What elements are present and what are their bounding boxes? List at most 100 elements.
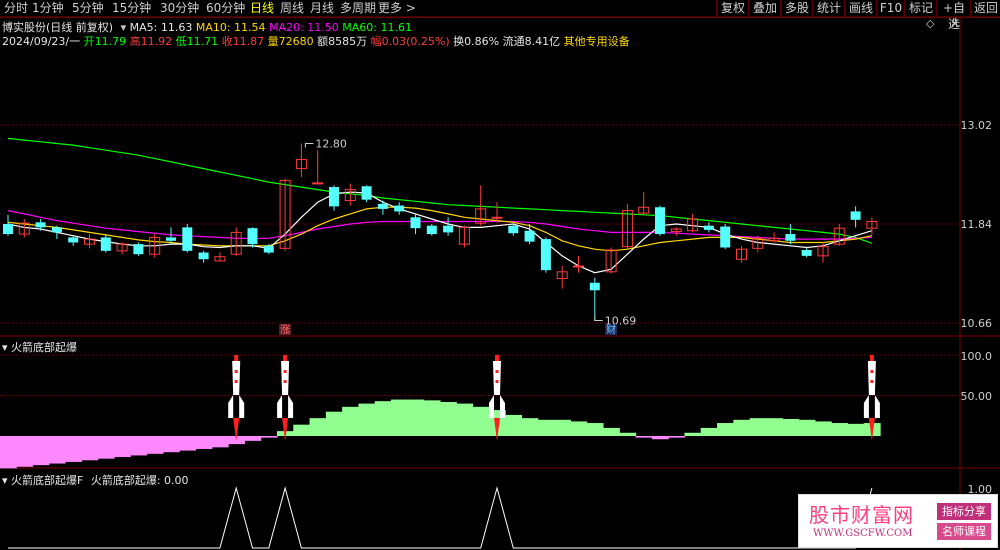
indicator-bar <box>179 436 197 451</box>
candle-body <box>850 211 861 220</box>
indicator-bar <box>309 418 327 436</box>
indicator-bar <box>195 436 213 449</box>
rocket-stripe <box>870 370 874 373</box>
indicator-bar <box>602 427 620 436</box>
rocket-icon <box>869 355 874 361</box>
rocket-fin-right <box>239 395 245 418</box>
indicator-bar <box>48 436 66 464</box>
candle-body <box>361 186 372 200</box>
candle-body <box>377 203 388 209</box>
candle-body <box>573 265 584 268</box>
candle-body <box>35 222 46 228</box>
indicator-bar <box>782 418 800 436</box>
candle-body <box>801 250 812 256</box>
indicator-bar <box>749 418 767 436</box>
cai-marker: 财 <box>606 323 616 336</box>
rocket-body <box>493 361 501 395</box>
rocket-fin-right <box>874 395 880 418</box>
indicator-bar <box>700 427 718 436</box>
indicator-bar <box>668 436 686 438</box>
indicator-bar <box>456 403 474 436</box>
indicator-bar <box>113 436 131 458</box>
candle-body <box>3 224 13 235</box>
rocket-fin-left <box>277 395 283 418</box>
indicator-bar <box>586 423 604 436</box>
indicator-bar <box>97 436 115 459</box>
rocket-flame <box>282 418 289 441</box>
candle-body <box>247 228 258 245</box>
candle-body <box>508 225 519 234</box>
high-annotation-line <box>304 142 314 148</box>
watermark-main: 股市财富网 <box>809 503 914 527</box>
rocket-icon <box>283 355 288 361</box>
candle-body <box>491 216 503 219</box>
watermark-url: WWW.GSCFW.COM <box>813 528 913 539</box>
candle-body <box>51 227 62 233</box>
indicator-bar <box>244 436 262 441</box>
indicator-bar <box>374 401 392 436</box>
indicator-bar <box>505 414 523 436</box>
candle-body <box>785 234 796 241</box>
indicator-bar <box>847 423 865 436</box>
ma60-line <box>7 137 873 244</box>
zhang-marker: 涨 <box>280 324 290 336</box>
indicator-bar <box>260 436 278 438</box>
high-annotation-label: 12.80 <box>315 137 347 150</box>
ma20-line <box>7 210 872 240</box>
indicator-bar <box>570 421 588 436</box>
indicator-bar <box>814 421 832 436</box>
indicator-bar <box>423 400 441 436</box>
indicator-bar <box>619 432 637 436</box>
candle-body <box>589 282 600 291</box>
rocket-stripe <box>495 380 499 383</box>
candle-body <box>166 237 176 241</box>
candle-body <box>426 225 437 235</box>
indicator-bar <box>65 436 82 462</box>
indicator-bar <box>765 418 783 436</box>
indicator-bar <box>554 419 571 436</box>
indicator-bar <box>211 436 229 448</box>
candle-body <box>703 225 714 230</box>
watermark-tag-share: 指标分享 <box>937 503 991 520</box>
rocket-body <box>281 361 290 395</box>
indicator-bar <box>0 436 17 469</box>
candle-body <box>263 245 274 253</box>
candle-body <box>410 217 421 229</box>
indicator-bar <box>521 418 539 436</box>
stock-chart[interactable]: 12.8010.69涨财 <box>0 0 1000 550</box>
indicator-bar <box>684 432 702 436</box>
indicator-bar <box>717 423 734 436</box>
candle-body <box>182 227 193 251</box>
indicator-bar <box>293 424 311 436</box>
indicator-bar <box>130 436 148 456</box>
rocket-stripe <box>234 380 238 383</box>
rocket-body <box>867 361 876 395</box>
indicator-bar <box>537 419 555 436</box>
rocket-stripe <box>234 370 238 373</box>
indicator-bar <box>325 411 343 436</box>
rocket-fin-left <box>228 395 234 418</box>
rocket-stripe <box>283 370 287 373</box>
indicator-bar <box>162 436 180 453</box>
candle-body <box>720 226 731 248</box>
rocket-body <box>232 361 241 395</box>
rocket-fin-right <box>500 395 505 418</box>
indicator-bar <box>146 436 164 454</box>
rocket-fin-right <box>288 395 294 418</box>
indicator-bar <box>798 419 816 436</box>
rocket-icon <box>495 355 499 361</box>
indicator-bar <box>439 401 457 436</box>
rocket-stripe <box>283 380 287 383</box>
indicator-bar <box>32 436 50 466</box>
watermark-logo: 股市财富网 WWW.GSCFW.COM 指标分享 名师课程 <box>798 494 998 548</box>
rocket-fin-left <box>489 395 494 418</box>
candle-body <box>198 252 209 260</box>
indicator-bar <box>651 436 669 440</box>
low-annotation-line <box>594 316 603 321</box>
rocket-stripe <box>870 380 874 383</box>
indicator-bar <box>472 406 490 436</box>
rocket-icon <box>234 355 239 361</box>
candle-body <box>100 237 111 251</box>
candle-body <box>329 187 339 207</box>
indicator-bar <box>635 436 653 438</box>
